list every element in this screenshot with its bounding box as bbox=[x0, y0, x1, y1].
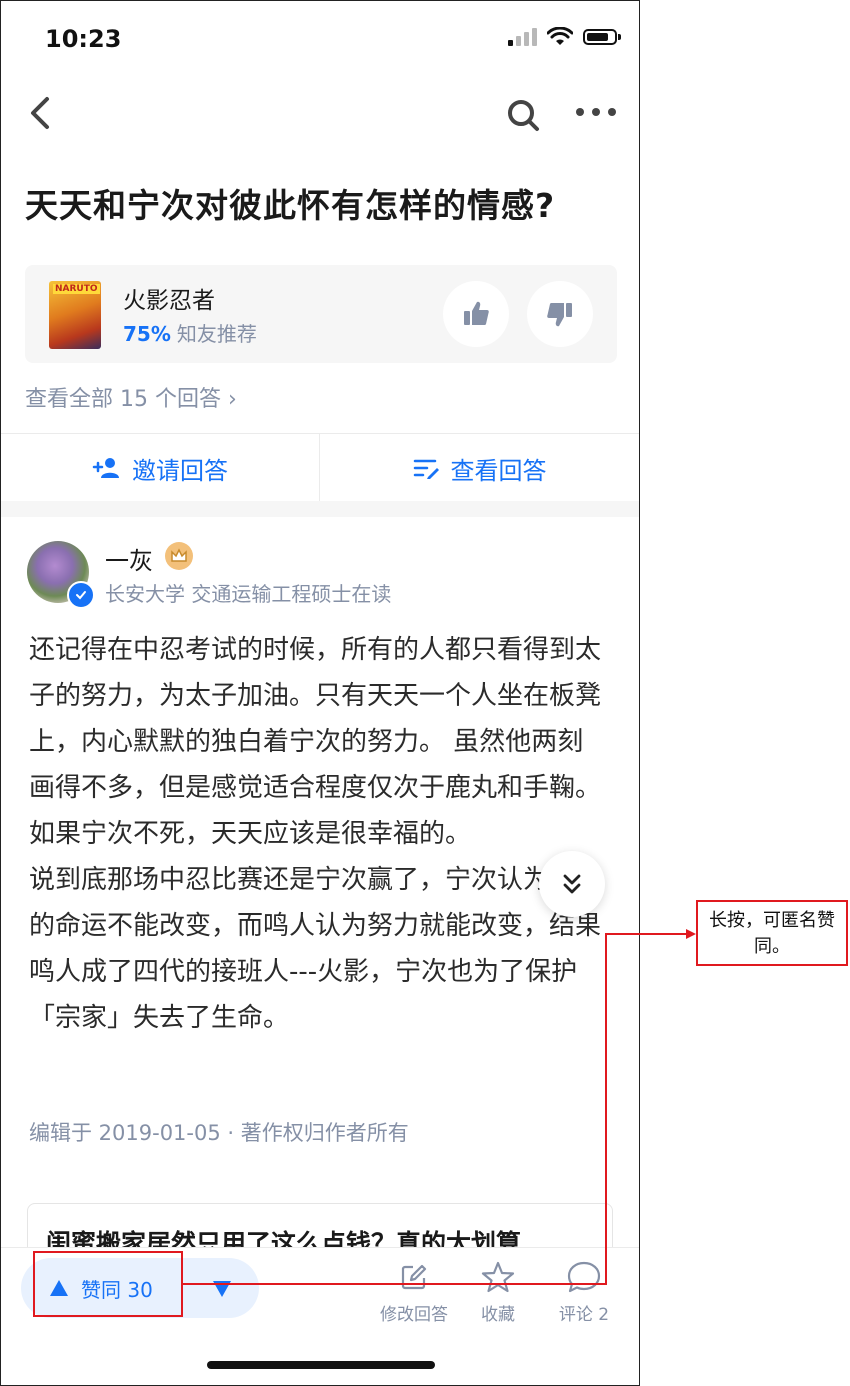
annotation-note: 长按，可匿名赞同。 bbox=[696, 900, 848, 966]
recommend-label: 知友推荐 bbox=[176, 322, 257, 346]
question-action-row: 邀请回答 查看回答 bbox=[1, 433, 639, 502]
topic-recommend-rate: 75% 知友推荐 bbox=[123, 318, 257, 347]
author-bio: 长安大学 交通运输工程硕士在读 bbox=[105, 582, 392, 606]
nav-bar bbox=[1, 87, 639, 141]
downvote-button[interactable] bbox=[205, 1272, 239, 1306]
double-chevron-down-icon bbox=[563, 874, 581, 894]
verified-badge-icon bbox=[67, 581, 95, 609]
comment-button[interactable]: 评论 2 bbox=[539, 1258, 629, 1325]
comment-label: 评论 2 bbox=[558, 1305, 610, 1325]
topic-cover-logo: NARUTO bbox=[53, 284, 100, 294]
comment-icon bbox=[567, 1261, 601, 1293]
annotation-highlight-box bbox=[33, 1251, 183, 1317]
topic-name: 火影忍者 bbox=[123, 288, 215, 314]
view-answer-button[interactable]: 查看回答 bbox=[320, 434, 639, 502]
recommend-percent: 75% bbox=[123, 322, 171, 346]
thumbs-up-button[interactable] bbox=[443, 281, 509, 347]
edit-answer-button[interactable]: 修改回答 bbox=[369, 1258, 459, 1325]
write-list-icon bbox=[413, 459, 439, 479]
collect-button[interactable]: 收藏 bbox=[453, 1258, 543, 1325]
author-name[interactable]: 一灰 bbox=[105, 541, 153, 576]
answer-meta: 编辑于 2019-01-05 · 著作权归作者所有 bbox=[29, 1121, 409, 1145]
status-icons bbox=[508, 27, 621, 47]
answer-paragraph: 还记得在中忍考试的时候，所有的人都只看得到太子的努力，为太子加油。只有天天一个人… bbox=[29, 635, 602, 849]
edit-icon bbox=[401, 1264, 427, 1290]
back-icon[interactable] bbox=[23, 93, 63, 133]
thumbs-down-button[interactable] bbox=[527, 281, 593, 347]
battery-icon bbox=[583, 29, 621, 45]
question-title[interactable]: 天天和宁次对彼此怀有怎样的情感? bbox=[25, 179, 555, 227]
search-icon[interactable] bbox=[501, 93, 545, 137]
home-indicator bbox=[207, 1361, 435, 1369]
battery-level bbox=[587, 33, 608, 41]
star-icon bbox=[481, 1261, 515, 1293]
view-answer-label: 查看回答 bbox=[450, 456, 547, 485]
next-answer-button[interactable] bbox=[539, 851, 605, 917]
edit-answer-label: 修改回答 bbox=[380, 1305, 448, 1325]
more-icon[interactable] bbox=[573, 97, 619, 127]
add-user-icon bbox=[92, 458, 119, 478]
cellular-signal-icon bbox=[508, 28, 537, 46]
topic-card[interactable]: NARUTO 火影忍者 75% 知友推荐 bbox=[25, 265, 617, 363]
wifi-icon bbox=[547, 27, 573, 45]
invite-answer-label: 邀请回答 bbox=[132, 456, 228, 485]
answer-paragraph: 说到底那场中忍比赛还是宁次赢了，宁次认为人物的命运不能改变，而鸣人认为努力就能改… bbox=[29, 865, 602, 1033]
crown-icon bbox=[165, 542, 193, 570]
invite-answer-button[interactable]: 邀请回答 bbox=[1, 434, 319, 502]
section-divider bbox=[1, 501, 639, 517]
collect-label: 收藏 bbox=[481, 1305, 515, 1325]
view-all-answers-link[interactable]: 查看全部 15 个回答 › bbox=[25, 381, 237, 413]
topic-cover-image: NARUTO bbox=[49, 281, 101, 349]
status-time: 10:23 bbox=[45, 25, 122, 53]
thumbs-down-icon bbox=[547, 303, 572, 327]
triangle-down-icon bbox=[213, 1281, 231, 1297]
thumbs-up-icon bbox=[464, 301, 489, 325]
phone-screen: 10:23 天天和宁次对彼此怀有怎样的情感? NARUTO 火影忍者 75% 知… bbox=[0, 0, 640, 1386]
answer-body: 还记得在中忍考试的时候，所有的人都只看得到太子的努力，为太子加油。只有天天一个人… bbox=[29, 627, 609, 1041]
